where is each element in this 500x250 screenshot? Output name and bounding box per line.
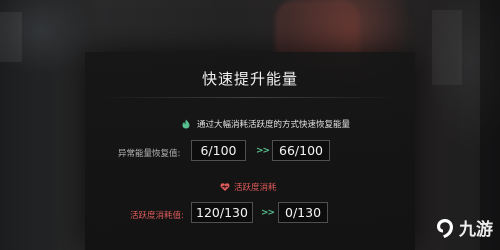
activity-current-value: 120/130 <box>191 202 253 223</box>
energy-boost-panel: 快速提升能量 通过大幅消耗活跃度的方式快速恢复能量 异常能量恢复值: 6/100… <box>85 52 415 250</box>
activity-section-label: 活跃度消耗 <box>234 183 277 193</box>
activity-arrow: >> <box>261 208 275 218</box>
hint-text: 通过大幅消耗活跃度的方式快速恢复能量 <box>197 120 351 130</box>
background-window <box>0 12 22 62</box>
background-shadow <box>480 0 500 250</box>
energy-current-value: 6/100 <box>191 140 246 161</box>
flame-icon <box>181 119 191 129</box>
energy-after-value: 66/100 <box>272 140 330 161</box>
nine-game-logo-icon <box>434 217 456 239</box>
hint-line: 通过大幅消耗活跃度的方式快速恢复能量 <box>181 118 350 130</box>
title-divider <box>99 97 401 98</box>
panel-title: 快速提升能量 <box>201 70 298 88</box>
activity-label: 活跃度消耗值: <box>130 211 184 221</box>
activity-section-heading: 活跃度消耗 <box>220 181 277 193</box>
activity-after-value: 0/130 <box>278 202 328 223</box>
background-pillar <box>432 10 462 85</box>
heart-icon <box>220 182 230 192</box>
watermark: 九游 <box>434 215 493 240</box>
energy-arrow: >> <box>256 146 270 156</box>
energy-label: 异常能量恢复值: <box>118 149 181 159</box>
watermark-text: 九游 <box>459 220 493 240</box>
